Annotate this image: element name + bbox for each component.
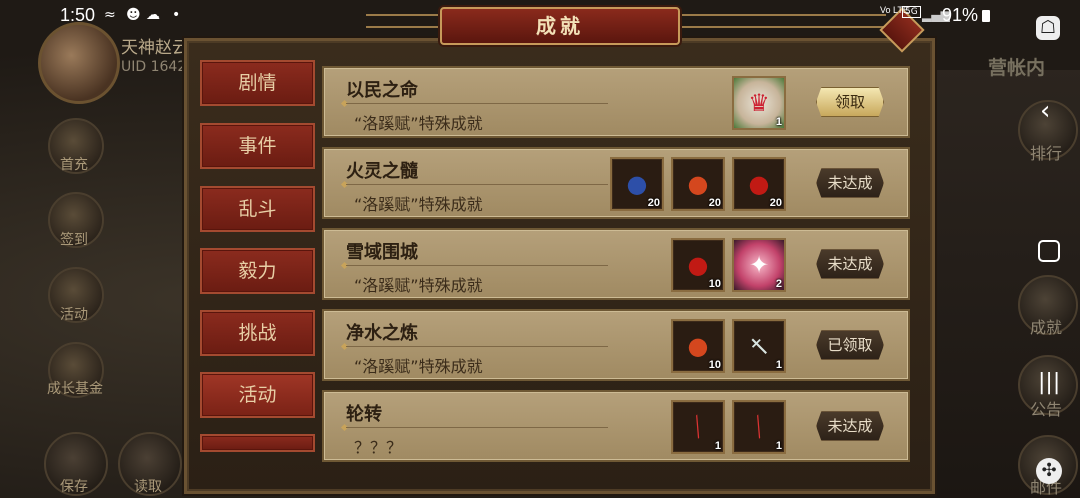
tab-story[interactable]: 剧情 [200,60,315,106]
status-time: 1:50 [60,5,96,25]
reward-qty: 1 [775,440,782,452]
achievement-description: “洛蹊赋”特殊成就 [354,195,483,214]
tab-events[interactable]: 事件 [200,123,315,169]
notice-label: 公告 [1029,400,1062,419]
gamepad-icon[interactable]: ✣ [1036,458,1062,484]
tab-label: 活动 [238,384,277,406]
claimed-button[interactable]: 已领取 [816,330,884,360]
status-bar: 1:50 ≈ ☻ ☁ • Vo LTE 5G ▂▄▆ 91% [0,0,1080,32]
tab-label: 乱斗 [238,198,277,220]
reward-item[interactable]: ● 10 [671,238,725,292]
achievement-row: 以民之命 “洛蹊赋”特殊成就 ♛ 1 领取 [322,66,910,138]
reward-item[interactable]: ⟋ 1 [732,400,786,454]
reward-qty: 20 [647,197,660,209]
player-avatar[interactable] [38,22,120,104]
achievement-row: 净水之炼 “洛蹊赋”特殊成就 ● 10 † 1 已领取 [322,309,910,381]
not-achieved-button[interactable]: 未达成 [816,249,884,279]
player-name: 天神赵云 [121,38,189,58]
achievement-description: ？？？ [354,438,403,457]
tab-partial[interactable] [200,434,315,452]
tab-perseverance[interactable]: 毅力 [200,248,315,294]
achievement-side-label: 成就 [1029,318,1062,337]
sword-icon: † [744,331,774,361]
battery-icon [982,10,990,22]
cloud-icon: ☁ [146,7,160,23]
reward-item[interactable]: ⟋ 1 [671,400,725,454]
reward-qty: 1 [775,359,782,371]
reward-qty: 20 [769,197,782,209]
achievement-description: “洛蹊赋”特殊成就 [354,276,483,295]
reward-item[interactable]: ● 10 [671,319,725,373]
tab-label: 剧情 [238,72,277,94]
achievement-name: 轮转 [346,404,382,425]
event-label: 活动 [60,307,88,323]
reward-qty: 2 [775,278,782,290]
player-uid: UID 1642 [121,59,187,75]
not-achieved-button[interactable]: 未达成 [816,411,884,441]
reward-qty: 10 [708,278,721,290]
claim-button[interactable]: 领取 [816,87,884,117]
reward-item[interactable]: ● 20 [671,157,725,211]
reward-qty: 1 [714,440,721,452]
not-achieved-button[interactable]: 未达成 [816,168,884,198]
achievement-name: 以民之命 [346,80,418,101]
achievement-name: 净水之炼 [346,323,418,344]
row-divider [346,346,608,347]
reward-qty: 10 [708,359,721,371]
growth-fund-label: 成长基金 [47,381,103,397]
row-divider [346,265,608,266]
achievement-row: 雪域围城 “洛蹊赋”特殊成就 ● 10 ✦ 2 未达成 [322,228,910,300]
achievement-row: 轮转 ？？？ ⟋ 1 ⟋ 1 未达成 [322,390,910,462]
tab-activity[interactable]: 活动 [200,372,315,418]
reward-item[interactable]: ♛ 1 [732,76,786,130]
wifi-calling-icon: ≈ [104,7,116,23]
tab-challenge[interactable]: 挑战 [200,310,315,356]
tab-label: 事件 [238,135,277,157]
row-divider [346,103,608,104]
achievement-row: 火灵之髓 “洛蹊赋”特殊成就 ● 20 ● 20 ● 20 未达成 [322,147,910,219]
tab-label: 毅力 [238,260,277,282]
camp-title: 营帐内 [988,57,1046,79]
achievement-name: 火灵之髓 [346,161,418,182]
recents-nav-icon[interactable]: ||| [1038,370,1060,395]
spear-icon: ⟋ [743,411,775,443]
reward-item[interactable]: ● 20 [610,157,664,211]
dot-icon: • [172,7,181,23]
battery-percent: 91% [942,5,979,25]
first-recharge-label: 首充 [60,157,88,173]
reward-item[interactable]: † 1 [732,319,786,373]
tab-brawl[interactable]: 乱斗 [200,186,315,232]
load-label: 读取 [134,479,162,495]
sign-in-label: 签到 [60,232,88,248]
tab-label: 挑战 [238,322,277,344]
save-label: 保存 [60,479,88,495]
achievement-description: “洛蹊赋”特殊成就 [354,114,483,133]
ranking-label: 排行 [1029,144,1062,163]
row-divider [346,427,608,428]
snapchat-icon: ☻ [126,7,141,23]
home-nav-icon[interactable] [1038,240,1060,262]
achievement-name: 雪域围城 [346,242,418,263]
reward-item[interactable]: ● 20 [732,157,786,211]
reward-qty: 20 [708,197,721,209]
reward-item[interactable]: ✦ 2 [732,238,786,292]
back-nav-icon[interactable]: ‹ [1040,96,1050,126]
achievement-description: “洛蹊赋”特殊成就 [354,357,483,376]
row-divider [346,184,608,185]
reward-qty: 1 [775,116,782,128]
network-type-badge: 5G [902,6,921,18]
